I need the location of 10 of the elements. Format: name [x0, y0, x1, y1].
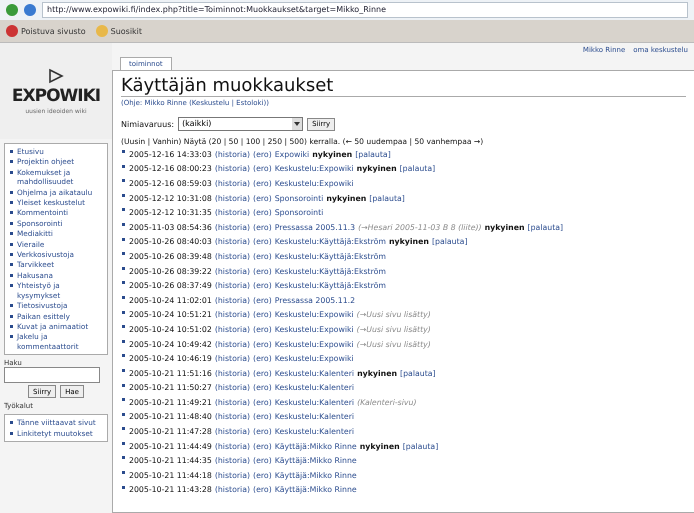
- page-title: Käyttäjän muokkaukset: [121, 75, 686, 97]
- caret-icon: [294, 122, 300, 126]
- bookmark-link[interactable]: Poistuva sivusto: [6, 25, 86, 37]
- namespace-label: Nimiavaruus:: [121, 120, 174, 128]
- search-field[interactable]: [4, 367, 100, 384]
- bookmark-link[interactable]: Suosikit: [96, 25, 142, 37]
- address-field[interactable]: http://www.expowiki.fi/index.php?title=Toiminnot:Muokkaukset&target=Mikko_Rinne: [42, 2, 688, 18]
- namespace-select[interactable]: (kaikki): [178, 117, 304, 131]
- play-icon: [48, 68, 64, 84]
- logo-text: EXPOWIKI: [12, 86, 100, 106]
